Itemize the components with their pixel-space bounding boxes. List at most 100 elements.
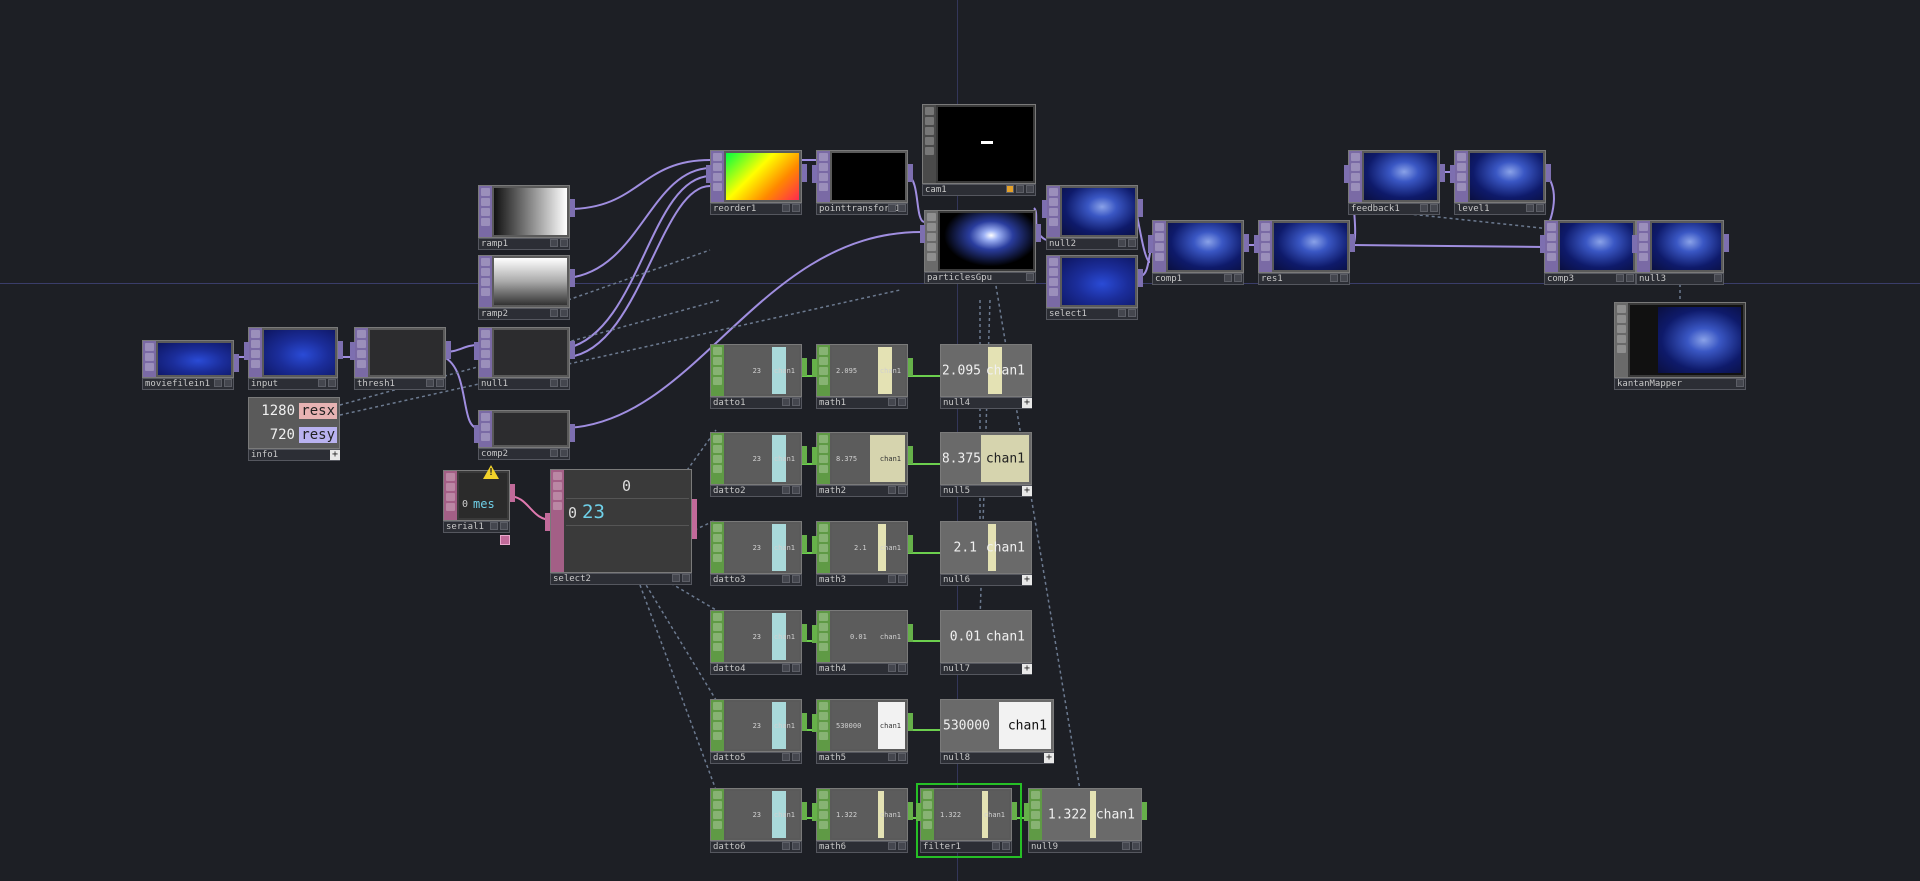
node-preview: 8.375 chan1: [832, 435, 905, 482]
node-null1[interactable]: null1: [474, 327, 575, 390]
node-pointtransform1[interactable]: pointtransform1: [812, 150, 913, 215]
node-cam1[interactable]: cam1: [922, 104, 1036, 196]
node-preview: 23 chan1: [726, 791, 799, 838]
node-preview: 2.095 chan1: [943, 347, 1029, 394]
node-datto5[interactable]: 23 chan1 datto5: [710, 699, 807, 764]
node-math1[interactable]: 2.095 chan1 math1: [812, 344, 913, 409]
node-preview: [1168, 223, 1241, 270]
node-preview: [1062, 188, 1135, 235]
node-datto1[interactable]: 23 chan1 datto1: [710, 344, 807, 409]
network-editor[interactable]: moviefilein1 input thresh1 null1 ramp1 r…: [0, 0, 1920, 881]
node-label: res1: [1261, 274, 1283, 284]
node-preview: [264, 330, 335, 375]
node-comp2[interactable]: comp2: [474, 410, 575, 460]
node-label: datto5: [713, 753, 746, 763]
node-preview: 23 chan1: [726, 702, 799, 749]
node-select1[interactable]: select1: [1046, 255, 1143, 320]
node-null3[interactable]: null3: [1632, 220, 1729, 285]
node-label: filter1: [923, 842, 961, 852]
node-feedback1[interactable]: feedback1: [1344, 150, 1445, 215]
wire: [639, 584, 717, 791]
node-preview: 1.322 chan1: [936, 791, 1009, 838]
node-math3[interactable]: 2.1 chan1 math3: [812, 521, 913, 586]
node-filter1[interactable]: 1.322 chan1 filter1: [916, 788, 1017, 853]
node-comp3[interactable]: comp3: [1540, 220, 1641, 285]
node-preview: [940, 213, 1033, 269]
node-reorder1[interactable]: reorder1: [706, 150, 807, 215]
node-label: ramp2: [481, 309, 509, 319]
node-preview: [494, 188, 567, 235]
node-serial1[interactable]: 0 mes serial1: [443, 470, 515, 533]
node-label: moviefilein1: [145, 379, 211, 389]
add-icon[interactable]: +: [330, 450, 340, 460]
node-res1[interactable]: res1: [1254, 220, 1355, 285]
node-preview: [158, 343, 231, 375]
node-label: math1: [819, 398, 847, 408]
node-preview: [1470, 153, 1543, 200]
node-preview: 530000 chan1: [943, 702, 1051, 749]
node-datto2[interactable]: 23 chan1 datto2: [710, 432, 807, 497]
node-null9[interactable]: 1.322 chan1 null9: [1024, 788, 1147, 853]
node-comp1[interactable]: comp1: [1148, 220, 1249, 285]
wire: [639, 574, 717, 701]
node-math5[interactable]: 530000 chan1 math5: [812, 699, 913, 764]
node-math4[interactable]: 0.01 chan1 math4: [812, 610, 913, 675]
node-label: serial1: [446, 522, 484, 532]
node-label: null3: [1639, 274, 1667, 284]
node-label: null7: [943, 664, 971, 674]
node-label: math5: [819, 753, 847, 763]
node-math2[interactable]: 8.375 chan1 math2: [812, 432, 913, 497]
node-datto3[interactable]: 23 chan1 datto3: [710, 521, 807, 586]
warning-mark: !: [488, 467, 495, 478]
node-label: math6: [819, 842, 847, 852]
node-ramp2[interactable]: ramp2: [478, 255, 575, 320]
node-preview: [1560, 223, 1633, 270]
add-icon[interactable]: +: [1044, 753, 1054, 763]
add-icon[interactable]: +: [1022, 398, 1032, 408]
node-label: datto2: [713, 486, 746, 496]
node-preview: [494, 413, 567, 445]
node-label: null2: [1049, 239, 1077, 249]
node-label: datto4: [713, 664, 746, 674]
node-null5[interactable]: 8.375 chan1 null5 +: [940, 432, 1032, 497]
node-preview: 0 mes: [459, 473, 507, 518]
node-preview: 530000 chan1: [832, 702, 905, 749]
node-null6[interactable]: 2.1 chan1 null6 +: [940, 521, 1032, 586]
node-preview: 2.1 chan1: [943, 524, 1029, 571]
node-preview: 23 chan1: [726, 613, 799, 660]
add-icon[interactable]: +: [1022, 575, 1032, 585]
node-preview: 0.01 chan1: [943, 613, 1029, 660]
node-label: comp1: [1155, 274, 1183, 284]
node-datto6[interactable]: 23 chan1 datto6: [710, 788, 807, 853]
node-label: datto6: [713, 842, 746, 852]
node-label: comp3: [1547, 274, 1575, 284]
node-preview: 1.322 chan1: [832, 791, 905, 838]
node-input[interactable]: input: [244, 327, 343, 390]
node-label: reorder1: [713, 204, 757, 214]
node-info1[interactable]: 1280 resx 720 resy info1 +: [248, 397, 340, 461]
node-ramp1[interactable]: ramp1: [478, 185, 575, 250]
node-null2[interactable]: null2: [1042, 185, 1143, 250]
add-icon[interactable]: +: [1022, 664, 1032, 674]
node-null8[interactable]: 530000 chan1 null8 +: [940, 699, 1054, 764]
node-moviefilein1[interactable]: moviefilein1: [142, 340, 239, 390]
node-thresh1[interactable]: thresh1: [350, 327, 451, 390]
node-select2[interactable]: 0 0 23 select2: [545, 469, 697, 585]
node-kantanmapper[interactable]: kantanMapper: [1614, 302, 1746, 390]
wire: [567, 249, 711, 301]
node-particlesgpu[interactable]: particlesGpu: [920, 210, 1041, 284]
node-label: null4: [943, 398, 971, 408]
node-label: ramp1: [481, 239, 509, 249]
node-null7[interactable]: 0.01 chan1 null7 +: [940, 610, 1032, 675]
node-preview: 23 chan1: [726, 347, 799, 394]
add-icon[interactable]: +: [1022, 486, 1032, 496]
node-math6[interactable]: 1.322 chan1 math6: [812, 788, 913, 853]
node-preview: [494, 330, 567, 375]
node-preview: 2.095 chan1: [832, 347, 905, 394]
node-level1[interactable]: level1: [1450, 150, 1551, 215]
node-datto4[interactable]: 23 chan1 datto4: [710, 610, 807, 675]
serial-flag-icon[interactable]: [500, 535, 510, 545]
node-null4[interactable]: 2.095 chan1 null4 +: [940, 344, 1032, 409]
node-label: null9: [1031, 842, 1059, 852]
node-preview: [370, 330, 443, 375]
